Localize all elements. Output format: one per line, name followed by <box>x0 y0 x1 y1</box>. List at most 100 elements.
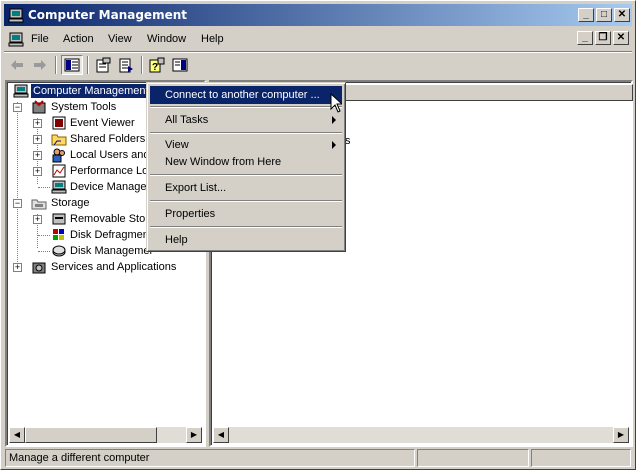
removable-storage-icon <box>52 213 66 225</box>
shared-folder-icon <box>51 134 67 146</box>
disk-defragmenter-icon <box>53 229 64 240</box>
expand-toggle[interactable]: + <box>33 167 42 176</box>
menu-separator <box>150 132 342 134</box>
back-arrow-icon <box>11 60 23 70</box>
menu-item-label: Help <box>165 234 188 246</box>
users-icon <box>52 148 65 163</box>
menu-item-help[interactable]: Help <box>150 231 342 249</box>
scroll-left-button[interactable]: ◀ <box>213 427 229 443</box>
menu-bar: File Action View Window Help _ ❐ ✕ <box>4 29 632 49</box>
scroll-thumb[interactable] <box>25 427 157 443</box>
left-pane-horizontal-scrollbar[interactable]: ◀ ▶ <box>9 427 202 443</box>
mdi-close-button[interactable]: ✕ <box>613 31 629 45</box>
menu-item-all-tasks[interactable]: All Tasks <box>150 111 342 129</box>
maximize-button[interactable]: □ <box>596 8 612 22</box>
tree-connector <box>38 235 50 236</box>
close-button[interactable]: ✕ <box>614 8 630 22</box>
minimize-button[interactable]: _ <box>578 8 594 22</box>
tree-item-label: System Tools <box>51 101 117 113</box>
back-button[interactable] <box>6 55 28 75</box>
menu-action[interactable]: Action <box>63 33 94 45</box>
menu-item-label: Export List... <box>165 182 227 194</box>
tree-item-label: Performance Log <box>70 165 155 177</box>
mdi-minimize-button[interactable]: _ <box>577 31 593 45</box>
scroll-right-button[interactable]: ▶ <box>613 427 629 443</box>
expand-toggle[interactable]: + <box>33 151 42 160</box>
help-button[interactable]: ? <box>146 55 168 75</box>
computer-management-icon <box>8 8 24 23</box>
menu-help[interactable]: Help <box>201 33 224 45</box>
tree-item-label: Disk Managemer <box>70 245 154 257</box>
computer-icon <box>13 84 29 98</box>
tree-item-label: Removable Stora <box>70 213 155 225</box>
tree-item-label: Device Manager <box>70 181 151 193</box>
tree-item-label: Storage <box>51 197 90 209</box>
menu-separator <box>150 226 342 228</box>
mdi-restore-button[interactable]: ❐ <box>595 31 611 45</box>
collapse-toggle[interactable]: − <box>13 103 22 112</box>
svg-text:?: ? <box>152 62 158 73</box>
menu-item-export-list[interactable]: Export List... <box>150 179 342 197</box>
menu-item-properties[interactable]: Properties <box>150 205 342 223</box>
expand-toggle[interactable]: + <box>33 215 42 224</box>
storage-icon <box>31 199 47 210</box>
menu-separator <box>150 106 342 108</box>
expand-toggle[interactable]: + <box>33 119 42 128</box>
properties-icon <box>96 57 111 73</box>
status-bar: Manage a different computer <box>4 449 632 467</box>
window-title: Computer Management <box>28 8 187 22</box>
title-bar[interactable]: Computer Management _ □ ✕ <box>4 4 632 26</box>
status-panel <box>531 449 631 467</box>
right-pane-horizontal-scrollbar[interactable]: ◀ ▶ <box>213 427 629 443</box>
menu-item-connect-to-another-computer[interactable]: Connect to another computer ... <box>150 86 342 104</box>
action-pane-icon <box>172 58 188 72</box>
toolbar-separator <box>55 56 57 74</box>
system-tools-icon <box>32 100 46 114</box>
tree-connector <box>38 187 50 188</box>
menu-item-label: Properties <box>165 208 216 220</box>
tree-item-label: Local Users and <box>70 149 150 161</box>
submenu-arrow-icon <box>332 141 336 149</box>
menu-item-view[interactable]: View <box>150 136 342 154</box>
menu-separator <box>150 200 342 202</box>
forward-button[interactable] <box>29 55 51 75</box>
scroll-left-button[interactable]: ◀ <box>9 427 25 443</box>
properties-button[interactable] <box>92 55 114 75</box>
toolbar-separator <box>87 56 89 74</box>
menu-item-label: All Tasks <box>165 114 209 126</box>
tree-item-label: Event Viewer <box>70 117 135 129</box>
scroll-right-button[interactable]: ▶ <box>186 427 202 443</box>
tree-connector <box>38 251 50 252</box>
status-text: Manage a different computer <box>5 449 415 467</box>
menu-view[interactable]: View <box>108 33 132 45</box>
show-hide-console-tree-button[interactable] <box>61 55 83 75</box>
menu-file[interactable]: File <box>31 33 49 45</box>
mouse-pointer-icon <box>330 93 342 113</box>
menu-item-label: Connect to another computer ... <box>165 89 320 101</box>
disk-management-icon <box>52 245 66 257</box>
mmc-system-menu-icon[interactable] <box>8 31 24 47</box>
tree-item-services-applications[interactable]: + Services and Applications <box>9 259 199 275</box>
export-list-button[interactable] <box>115 55 137 75</box>
expand-toggle[interactable]: + <box>33 135 42 144</box>
collapse-toggle[interactable]: − <box>13 199 22 208</box>
menu-separator <box>150 174 342 176</box>
event-viewer-icon <box>52 116 66 130</box>
menu-item-label: View <box>165 139 189 151</box>
menu-window[interactable]: Window <box>147 33 186 45</box>
tree-item-label: Computer Management <box>31 84 151 98</box>
export-list-icon <box>119 58 133 73</box>
toolbar-separator <box>141 56 143 74</box>
show-hide-action-pane-button[interactable] <box>169 55 191 75</box>
device-manager-icon <box>51 180 67 194</box>
tree-item-label: Services and Applications <box>51 261 177 273</box>
help-icon: ? <box>149 57 165 73</box>
context-menu: Connect to another computer ... All Task… <box>146 82 346 252</box>
submenu-arrow-icon <box>332 116 336 124</box>
console-tree-icon <box>64 58 80 72</box>
expand-toggle[interactable]: + <box>13 263 22 272</box>
status-panel <box>417 449 529 467</box>
forward-arrow-icon <box>34 60 46 70</box>
menu-item-new-window-from-here[interactable]: New Window from Here <box>150 153 342 171</box>
tree-item-label: Shared Folders <box>70 133 146 145</box>
